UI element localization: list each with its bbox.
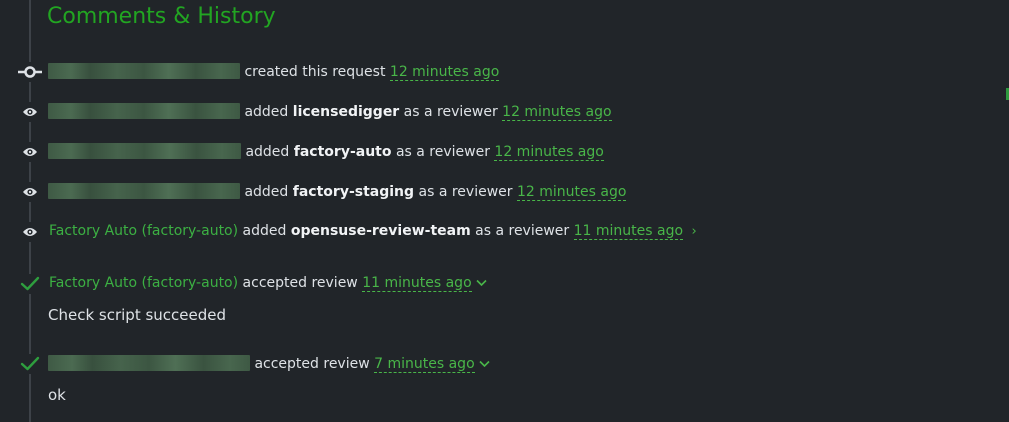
redacted-user xyxy=(48,103,240,119)
review-comment: ok xyxy=(48,386,66,404)
history-text: accepted review 7 minutes ago xyxy=(48,355,490,373)
reviewer-name: factory-auto xyxy=(293,144,392,160)
redacted-user xyxy=(48,63,240,79)
redacted-user xyxy=(48,355,250,371)
history-item: added licensedigger as a reviewer 12 min… xyxy=(0,101,1000,123)
history-text: Factory Auto (factory-auto) added opensu… xyxy=(49,223,697,240)
eye-icon xyxy=(18,182,42,202)
check-icon xyxy=(18,354,42,374)
timestamp-link[interactable]: 12 minutes ago xyxy=(389,64,500,81)
reviewer-name: opensuse-review-team xyxy=(290,223,471,239)
timestamp-link[interactable]: 12 minutes ago xyxy=(502,104,612,121)
timestamp-link[interactable]: 11 minutes ago xyxy=(362,275,472,292)
chevron-down-icon[interactable] xyxy=(476,279,487,287)
event-verb: as a reviewer xyxy=(403,104,498,120)
eye-icon xyxy=(18,142,42,162)
chevron-right-icon[interactable]: › xyxy=(692,224,697,239)
review-comment: Check script succeeded xyxy=(48,306,227,324)
eye-icon xyxy=(18,102,42,122)
chevron-down-icon[interactable] xyxy=(479,360,490,368)
user-link[interactable]: Factory Auto (factory-auto) xyxy=(49,275,238,291)
event-verb: accepted review xyxy=(242,275,358,291)
event-verb: added xyxy=(242,223,287,239)
reviewer-name: factory-staging xyxy=(292,184,415,200)
history-item: added factory-staging as a reviewer 12 m… xyxy=(0,181,1000,203)
history-text: added factory-staging as a reviewer 12 m… xyxy=(48,183,627,201)
event-verb: added xyxy=(244,104,289,120)
history-text: created this request 12 minutes ago xyxy=(48,63,500,81)
history-item: added factory-auto as a reviewer 12 minu… xyxy=(0,141,1000,163)
event-verb: added xyxy=(245,144,290,160)
user-link[interactable]: Factory Auto (factory-auto) xyxy=(49,223,238,239)
history-item: Factory Auto (factory-auto) accepted rev… xyxy=(0,273,1000,295)
event-verb: created this request xyxy=(244,64,386,80)
timestamp-link[interactable]: 12 minutes ago xyxy=(516,184,627,201)
section-title: Comments & History xyxy=(47,4,276,29)
timestamp-link[interactable]: 11 minutes ago xyxy=(573,223,684,240)
reviewer-name: licensedigger xyxy=(292,104,400,120)
history-text: added factory-auto as a reviewer 12 minu… xyxy=(48,143,604,161)
event-verb: accepted review xyxy=(254,356,370,372)
event-verb: as a reviewer xyxy=(418,184,513,200)
history-text: Factory Auto (factory-auto) accepted rev… xyxy=(49,275,487,292)
commit-icon xyxy=(18,62,42,82)
event-verb: as a reviewer xyxy=(395,144,490,160)
eye-icon xyxy=(18,222,42,242)
redacted-user xyxy=(48,143,241,159)
history-text: added licensedigger as a reviewer 12 min… xyxy=(48,103,612,121)
event-verb: as a reviewer xyxy=(475,223,570,239)
history-item: Factory Auto (factory-auto) added opensu… xyxy=(0,221,1000,243)
check-icon xyxy=(18,274,42,294)
history-item: created this request 12 minutes ago xyxy=(0,61,1000,83)
timestamp-link[interactable]: 12 minutes ago xyxy=(494,144,604,161)
redacted-user xyxy=(48,183,240,199)
history-item: accepted review 7 minutes ago xyxy=(0,353,1000,375)
timestamp-link[interactable]: 7 minutes ago xyxy=(374,356,475,373)
event-verb: added xyxy=(244,184,289,200)
